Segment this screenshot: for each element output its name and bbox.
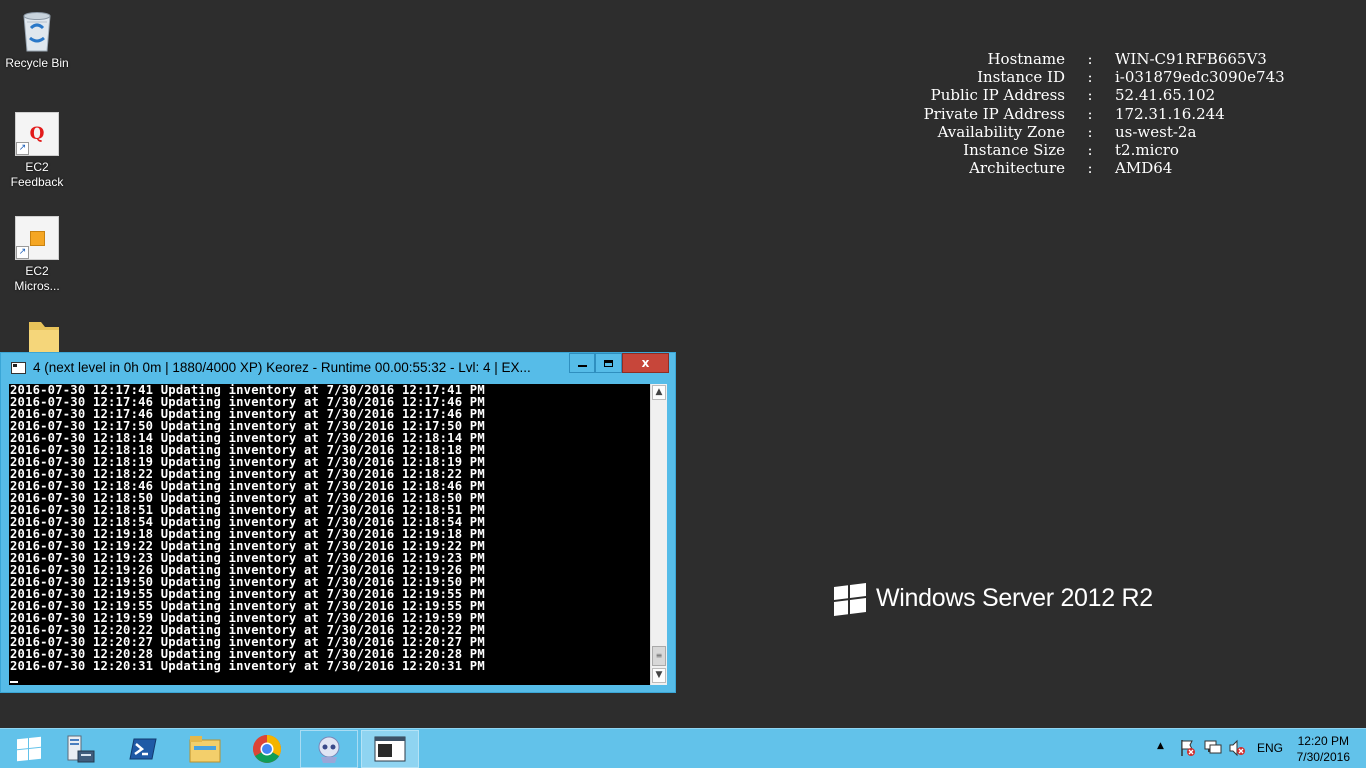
info-separator: :	[1087, 141, 1093, 160]
close-button[interactable]: x	[622, 353, 669, 373]
desktop-icon-ec2-microsoft[interactable]: ↗ EC2 Micros...	[2, 216, 72, 294]
vertical-scrollbar[interactable]: ▲ ≡ ▼	[650, 384, 667, 685]
info-separator: :	[1087, 86, 1093, 105]
action-center-icon[interactable]	[1180, 739, 1196, 761]
powershell-icon	[129, 738, 157, 760]
bot-app-icon	[318, 736, 340, 763]
info-row-instance-id: Instance ID: i-031879edc3090e743	[860, 68, 1285, 86]
info-separator: :	[1087, 159, 1093, 178]
console-window[interactable]: 4 (next level in 0h 0m | 1880/4000 XP) K…	[0, 352, 676, 693]
info-row-hostname: Hostname: WIN-C91RFB665V3	[860, 50, 1285, 68]
taskbar: ▲ ENG 12:20 PM 7/30/2016	[0, 728, 1366, 768]
shortcut-arrow-icon: ↗	[16, 142, 29, 155]
info-separator: :	[1087, 104, 1093, 123]
desktop-icon-label: EC2	[25, 160, 49, 174]
info-separator: :	[1087, 122, 1093, 141]
info-key: Private IP Address	[923, 104, 1065, 123]
system-info-panel: Hostname: WIN-C91RFB665V3 Instance ID: i-0…	[860, 50, 1285, 177]
desktop-icon-label: EC2	[25, 264, 49, 278]
taskbar-server-manager[interactable]	[52, 730, 110, 768]
close-icon: x	[641, 356, 650, 370]
taskbar-chrome[interactable]	[238, 730, 296, 768]
shortcut-arrow-icon: ↗	[16, 246, 29, 259]
info-row-instance-size: Instance Size: t2.micro	[860, 141, 1285, 159]
console-window-icon[interactable]	[11, 362, 26, 374]
network-icon[interactable]	[1204, 739, 1222, 761]
input-language-indicator[interactable]: ENG	[1257, 741, 1283, 755]
info-value: 52.41.65.102	[1115, 86, 1216, 105]
info-value: t2.micro	[1115, 141, 1179, 160]
scroll-up-button[interactable]: ▲	[652, 385, 666, 400]
info-key: Public IP Address	[930, 86, 1065, 105]
info-row-availability-zone: Availability Zone: us-west-2a	[860, 123, 1285, 141]
info-value: us-west-2a	[1115, 122, 1197, 141]
maximize-icon	[604, 359, 613, 367]
info-row-private-ip: Private IP Address: 172.31.16.244	[860, 105, 1285, 123]
taskbar-bot-app[interactable]	[300, 730, 358, 768]
ec2-feedback-icon: Q ↗	[15, 112, 59, 156]
taskbar-powershell[interactable]	[114, 730, 172, 768]
ec2-microsoft-icon: ↗	[15, 216, 59, 260]
info-separator: :	[1087, 50, 1093, 68]
info-value: 172.31.16.244	[1115, 104, 1225, 123]
desktop-icon-label: Recycle Bin	[5, 56, 69, 70]
info-row-public-ip: Public IP Address: 52.41.65.102	[860, 86, 1285, 104]
chrome-icon	[253, 735, 281, 763]
info-key: Hostname	[987, 50, 1065, 68]
windows-logo-icon	[834, 582, 866, 616]
minimize-icon	[577, 365, 587, 367]
scroll-thumb[interactable]: ≡	[652, 646, 666, 666]
window-title: 4 (next level in 0h 0m | 1880/4000 XP) K…	[33, 360, 531, 375]
console-line: 2016-07-30 12:20:31 Updating inventory a…	[10, 659, 485, 673]
info-separator: :	[1087, 68, 1093, 87]
info-key: Instance ID	[977, 68, 1065, 87]
info-key: Availability Zone	[937, 122, 1065, 141]
taskbar-console-app[interactable]	[361, 730, 419, 768]
info-value: AMD64	[1115, 159, 1173, 178]
info-key: Instance Size	[963, 141, 1065, 160]
volume-muted-icon[interactable]	[1228, 739, 1246, 761]
scroll-down-button[interactable]: ▼	[652, 668, 666, 683]
clock-time: 12:20 PM	[1297, 734, 1349, 748]
start-icon	[17, 736, 41, 762]
desktop-icon-ec2-feedback[interactable]: Q ↗ EC2 Feedback	[2, 112, 72, 190]
start-button[interactable]	[0, 730, 58, 768]
minimize-button[interactable]	[569, 353, 595, 373]
file-explorer-icon	[189, 736, 221, 763]
window-titlebar[interactable]: 4 (next level in 0h 0m | 1880/4000 XP) K…	[1, 353, 675, 383]
console-app-icon	[374, 736, 406, 762]
info-row-architecture: Architecture: AMD64	[860, 159, 1285, 177]
system-clock[interactable]: 12:20 PM 7/30/2016	[1297, 733, 1350, 765]
desktop-icon-label: Micros...	[14, 279, 60, 293]
clock-date: 7/30/2016	[1296, 750, 1350, 764]
console-output[interactable]: 2016-07-30 12:17:41 Updating inventory a…	[9, 384, 650, 685]
branding-text: Windows Server 2012 R2	[876, 584, 1153, 612]
info-value: i-031879edc3090e743	[1115, 68, 1285, 87]
desktop-icon-label: Feedback	[10, 175, 64, 189]
desktop-icon-recycle-bin[interactable]: Recycle Bin	[2, 8, 72, 71]
maximize-button[interactable]	[595, 353, 622, 373]
taskbar-file-explorer[interactable]	[176, 730, 234, 768]
show-hidden-icons-button[interactable]: ▲	[1157, 741, 1164, 751]
info-key: Architecture	[969, 159, 1065, 178]
windows-server-branding: Windows Server 2012 R2	[834, 582, 1153, 616]
console-cursor	[10, 681, 18, 683]
recycle-bin-icon	[15, 8, 59, 52]
server-manager-icon	[67, 735, 95, 763]
info-value: WIN-C91RFB665V3	[1115, 50, 1267, 68]
